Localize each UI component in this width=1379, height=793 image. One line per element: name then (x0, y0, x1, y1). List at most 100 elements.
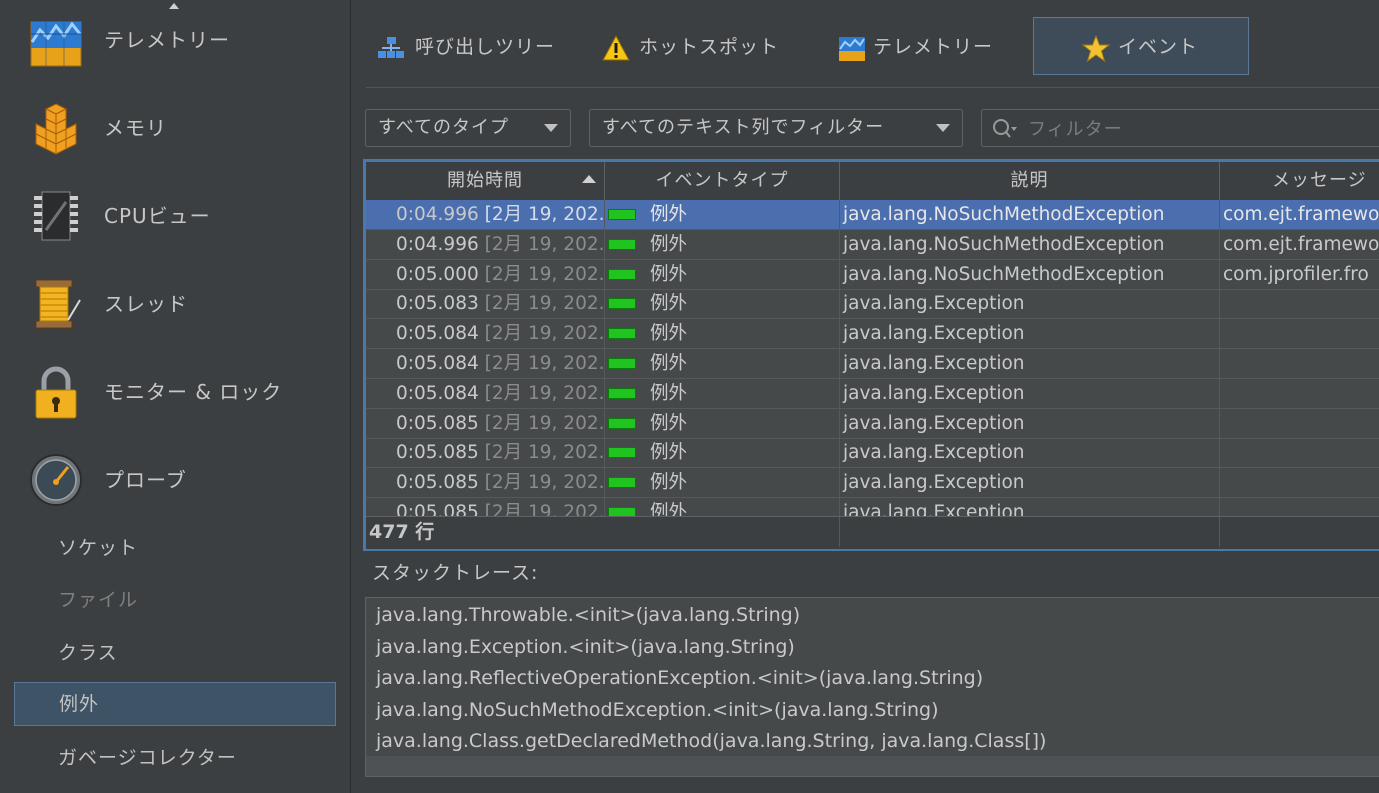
table-row[interactable]: 0:05.085 [2月 19, 202... 例外 java.lang.Excep… (366, 498, 1379, 516)
stack-frame[interactable]: java.lang.Class.getDeclaredMethod(java.l… (376, 725, 1046, 757)
call-tree-icon (378, 37, 404, 58)
tab-events[interactable]: イベント (1033, 17, 1249, 75)
column-header-description[interactable]: 説明 (840, 162, 1220, 200)
stack-frame[interactable]: java.lang.ReflectiveOperationException.<… (376, 662, 983, 694)
description-value: java.lang.NoSuchMethodException (843, 204, 1165, 225)
search-icon[interactable] (992, 118, 1018, 140)
filter-input[interactable] (1026, 114, 1370, 144)
column-header-label: 説明 (1010, 170, 1049, 191)
event-type-value: 例外 (650, 263, 688, 285)
warning-triangle-icon (602, 34, 630, 61)
description-value: java.lang.NoSuchMethodException (843, 233, 1165, 255)
sidebar-item-cpu[interactable]: CPUビュー (0, 176, 350, 256)
start-date-value: [2月 19, 202... (484, 382, 605, 404)
cell-message (1220, 438, 1379, 467)
description-value: java.lang.Exception (843, 293, 1025, 315)
start-time-value: 0:05.085 (396, 442, 479, 464)
cell-message: com.ejt.framewo (1220, 200, 1379, 229)
sidebar-item-label: モニター & ロック (104, 380, 283, 404)
cell-start-time: 0:05.084 [2月 19, 202... (366, 319, 605, 349)
tab-hotspots[interactable]: ホットスポット (602, 17, 802, 75)
start-date-value: [2月 19, 202... (484, 293, 605, 315)
start-date-value: [2月 19, 202... (484, 204, 605, 225)
gauge-icon (30, 454, 82, 506)
start-date-value: [2月 19, 202... (484, 233, 605, 255)
table-row[interactable]: 0:05.085 [2月 19, 202... 例外 java.lang.Excep… (366, 408, 1379, 439)
sidebar-item-memory[interactable]: メモリ (0, 88, 350, 168)
event-type-value: 例外 (650, 442, 688, 464)
table-row[interactable]: 0:05.084 [2月 19, 202... 例外 java.lang.Excep… (366, 378, 1379, 409)
table-row[interactable]: 0:05.000 [2月 19, 202... 例外 java.lang.NoSuc… (366, 259, 1379, 290)
sidebar-item-threads[interactable]: スレッド (0, 264, 350, 344)
event-type-dropdown[interactable]: すべてのタイプ (365, 109, 571, 147)
stack-frame[interactable]: java.lang.Exception.<init>(java.lang.Str… (376, 631, 795, 663)
chevron-down-icon (936, 124, 950, 132)
event-type-value: 例外 (650, 204, 688, 225)
start-date-value: [2月 19, 202... (484, 323, 605, 345)
exception-bar-icon (608, 358, 636, 369)
telemetry-chart-icon (30, 21, 82, 67)
cell-description: java.lang.Exception (840, 378, 1220, 408)
column-header-message[interactable]: メッセージ (1220, 162, 1379, 200)
cpu-chip-icon (34, 191, 78, 241)
column-header-label: メッセージ (1272, 170, 1367, 191)
sidebar-subitem-classes[interactable]: クラス (14, 631, 336, 675)
cell-event-type: 例外 (605, 259, 840, 289)
event-type-value: 例外 (650, 233, 688, 255)
table-row[interactable]: 0:05.085 [2月 19, 202... 例外 java.lang.Excep… (366, 468, 1379, 499)
start-time-value: 0:05.085 (396, 502, 479, 516)
text-column-filter-label: すべてのテキスト列でフィルター (602, 117, 885, 138)
cell-description: java.lang.Exception (840, 408, 1220, 438)
event-type-value: 例外 (650, 323, 688, 345)
horizontal-scrollbar[interactable] (366, 756, 1379, 776)
cell-message: com.jprofiler.fro (1220, 260, 1379, 289)
cell-description: java.lang.NoSuchMethodException (840, 229, 1220, 259)
tab-call-tree[interactable]: 呼び出しツリー (377, 17, 577, 75)
table-row[interactable]: 0:05.083 [2月 19, 202... 例外 java.lang.Excep… (366, 289, 1379, 320)
sidebar-item-probes[interactable]: プローブ (0, 440, 350, 520)
cell-start-time: 0:05.000 [2月 19, 202... (366, 259, 605, 289)
tab-telemetry[interactable]: テレメトリー (838, 17, 1018, 75)
start-time-value: 0:05.084 (396, 323, 479, 345)
description-value: java.lang.Exception (843, 353, 1025, 374)
table-body: 0:04.996 [2月 19, 202... 例外 java.lang.NoSuc… (366, 200, 1379, 516)
sidebar-item-telemetry[interactable]: テレメトリー (0, 0, 350, 80)
table-row[interactable]: 0:05.085 [2月 19, 202... 例外 java.lang.Excep… (366, 438, 1379, 469)
sidebar-subitem-garbage-collector[interactable]: ガベージコレクター (14, 736, 336, 780)
column-header-label: イベントタイプ (655, 170, 789, 191)
sidebar-subitem-label: ガベージコレクター (58, 747, 237, 769)
footer-divider (1219, 517, 1220, 547)
table-row[interactable]: 0:05.084 [2月 19, 202... 例外 java.lang.Excep… (366, 349, 1379, 379)
sidebar-subitem-files[interactable]: ファイル (14, 578, 336, 622)
event-type-value: 例外 (650, 353, 688, 374)
cell-event-type: 例外 (605, 229, 840, 259)
sidebar-subitem-sockets[interactable]: ソケット (14, 526, 336, 570)
start-date-value: [2月 19, 202... (484, 353, 605, 374)
sidebar-item-label: テレメトリー (104, 28, 230, 52)
table-row[interactable]: 0:04.996 [2月 19, 202... 例外 java.lang.NoSuc… (366, 229, 1379, 260)
tab-label: 呼び出しツリー (415, 36, 556, 58)
star-icon (1082, 35, 1110, 63)
sidebar-subitem-exceptions[interactable]: 例外 (14, 682, 336, 726)
stack-frame[interactable]: java.lang.Throwable.<init>(java.lang.Str… (376, 599, 800, 631)
exception-bar-icon (608, 507, 636, 516)
sidebar-item-monitors-locks[interactable]: モニター & ロック (0, 352, 350, 432)
exception-bar-icon (608, 298, 636, 310)
row-count: 477 行 (369, 521, 435, 543)
column-header-start-time[interactable]: 開始時間 (366, 162, 605, 200)
text-column-filter-dropdown[interactable]: すべてのテキスト列でフィルター (589, 109, 963, 147)
cell-event-type: 例外 (605, 200, 840, 229)
stack-frame[interactable]: java.lang.NoSuchMethodException.<init>(j… (376, 694, 938, 726)
filter-search-box (981, 109, 1379, 147)
event-type-dropdown-label: すべてのタイプ (378, 117, 510, 138)
table-row[interactable]: 0:05.084 [2月 19, 202... 例外 java.lang.Excep… (366, 319, 1379, 350)
cell-event-type: 例外 (605, 498, 840, 516)
start-time-value: 0:05.085 (396, 412, 479, 434)
event-type-value: 例外 (650, 412, 688, 434)
start-time-value: 0:05.084 (396, 382, 479, 404)
sidebar-item-label: スレッド (104, 292, 188, 316)
table-footer: 477 行 (366, 516, 1379, 549)
column-header-event-type[interactable]: イベントタイプ (605, 162, 840, 200)
cell-message (1220, 468, 1379, 497)
table-row[interactable]: 0:04.996 [2月 19, 202... 例外 java.lang.NoSuc… (366, 200, 1379, 230)
